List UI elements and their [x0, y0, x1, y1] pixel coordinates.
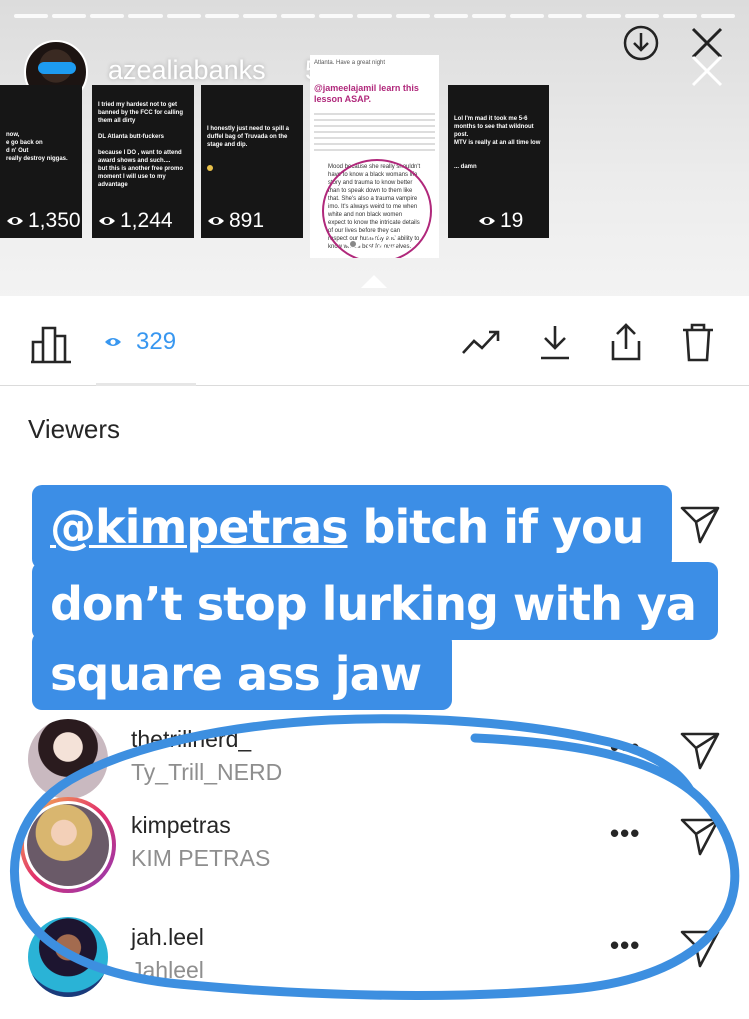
eye-icon — [99, 217, 115, 225]
thumbnail-views: 1,244 — [98, 210, 173, 232]
insights-icon[interactable] — [28, 322, 74, 364]
caption-mention[interactable]: @kimpetras — [50, 500, 349, 554]
send-message-icon[interactable] — [678, 728, 722, 772]
active-thumb-views: 329 — [344, 233, 398, 254]
send-message-icon[interactable] — [678, 926, 722, 970]
views-count: 329 — [136, 328, 177, 355]
thumbnail-views: 1,350 — [6, 210, 81, 232]
thumbnail-views: 19 — [478, 210, 523, 232]
viewer-username[interactable]: thetrillnerd_ — [131, 726, 251, 753]
tab-underline — [96, 383, 196, 386]
active-thumb-pointer — [361, 275, 387, 288]
viewer-row[interactable]: jah.leel Jahleel ••• — [0, 904, 749, 1014]
save-icon[interactable] — [533, 320, 577, 364]
eye-icon — [345, 240, 361, 248]
story-username[interactable]: azealiabanks — [108, 55, 266, 86]
avatar[interactable] — [28, 917, 108, 997]
story-thumbnail[interactable]: Lol I'm mad it took me 5-6 months to see… — [448, 85, 549, 238]
story-toolbar: 329 — [0, 296, 749, 386]
caption-text: don’t stop lurking with ya — [50, 577, 697, 631]
viewer-fullname: Jahleel — [131, 957, 204, 983]
story-thumbnails: now, e go back on d n' Out really destro… — [0, 55, 749, 265]
caption-line: square ass jaw — [32, 632, 452, 710]
thumbnail-views: 891 — [207, 210, 264, 232]
thumbnail-views-count: 1,350 — [28, 209, 81, 232]
promote-icon[interactable] — [460, 320, 504, 364]
active-thumb-header: Atlanta. Have a great night — [314, 60, 386, 66]
avatar[interactable] — [20, 797, 116, 893]
story-thumbnail[interactable]: I honestly just need to spill a duffel b… — [201, 85, 303, 238]
trash-icon[interactable] — [676, 320, 720, 364]
caption-text: bitch if you — [347, 500, 645, 554]
viewer-fullname: Ty_Trill_NERD — [131, 759, 283, 785]
viewer-fullname: KIM PETRAS — [131, 845, 271, 871]
viewer-row[interactable]: kimpetras KIM PETRAS ••• — [0, 792, 749, 902]
active-story-thumbnail[interactable]: Atlanta. Have a great night @jameelajami… — [310, 55, 439, 258]
share-icon[interactable] — [604, 320, 648, 364]
avatar[interactable] — [28, 719, 108, 799]
thumbnail-views-count: 19 — [500, 209, 524, 232]
story-header-area: azealiabanks 5h now, e go back on d n' O… — [0, 0, 749, 298]
send-message-icon[interactable] — [678, 814, 722, 858]
send-message-icon[interactable] — [678, 502, 722, 546]
more-icon[interactable]: ••• — [610, 930, 640, 961]
thumbnail-views-count: 891 — [229, 209, 265, 232]
active-thumb-views-count: 329 — [366, 233, 398, 254]
more-icon[interactable]: ••• — [610, 818, 640, 849]
thumbnail-text: I honestly just need to spill a duffel b… — [207, 126, 290, 148]
eye-icon — [208, 217, 224, 225]
caption-line: don’t stop lurking with ya — [32, 562, 718, 640]
download-icon[interactable] — [620, 22, 662, 64]
thumbnail-text: Lol I'm mad it took me 5-6 months to see… — [454, 116, 541, 170]
eye-icon — [7, 217, 23, 225]
thumbnail-views-count: 1,244 — [120, 209, 173, 232]
views-tab[interactable]: 329 — [104, 328, 176, 356]
story-thumbnail[interactable]: now, e go back on d n' Out really destro… — [0, 85, 82, 238]
viewers-heading: Viewers — [28, 414, 121, 444]
story-progress-bar — [14, 14, 735, 18]
eye-icon — [105, 338, 121, 346]
eye-icon — [479, 217, 495, 225]
viewer-username[interactable]: jah.leel — [131, 924, 204, 951]
active-thumb-title: @jameelajamil learn this lesson ASAP. — [314, 83, 419, 104]
story-viewer-screen: azealiabanks 5h now, e go back on d n' O… — [0, 0, 749, 1019]
caption-text: square ass jaw — [50, 647, 422, 701]
story-thumbnail[interactable]: I tried my hardest not to get banned by … — [92, 85, 194, 238]
more-icon[interactable]: ••• — [610, 732, 640, 763]
caption-line: @kimpetras bitch if you — [32, 485, 672, 569]
thumbnail-text: now, e go back on d n' Out really destro… — [6, 132, 68, 162]
viewer-username[interactable]: kimpetras — [131, 812, 231, 839]
thumbnail-text: I tried my hardest not to get banned by … — [98, 102, 184, 188]
